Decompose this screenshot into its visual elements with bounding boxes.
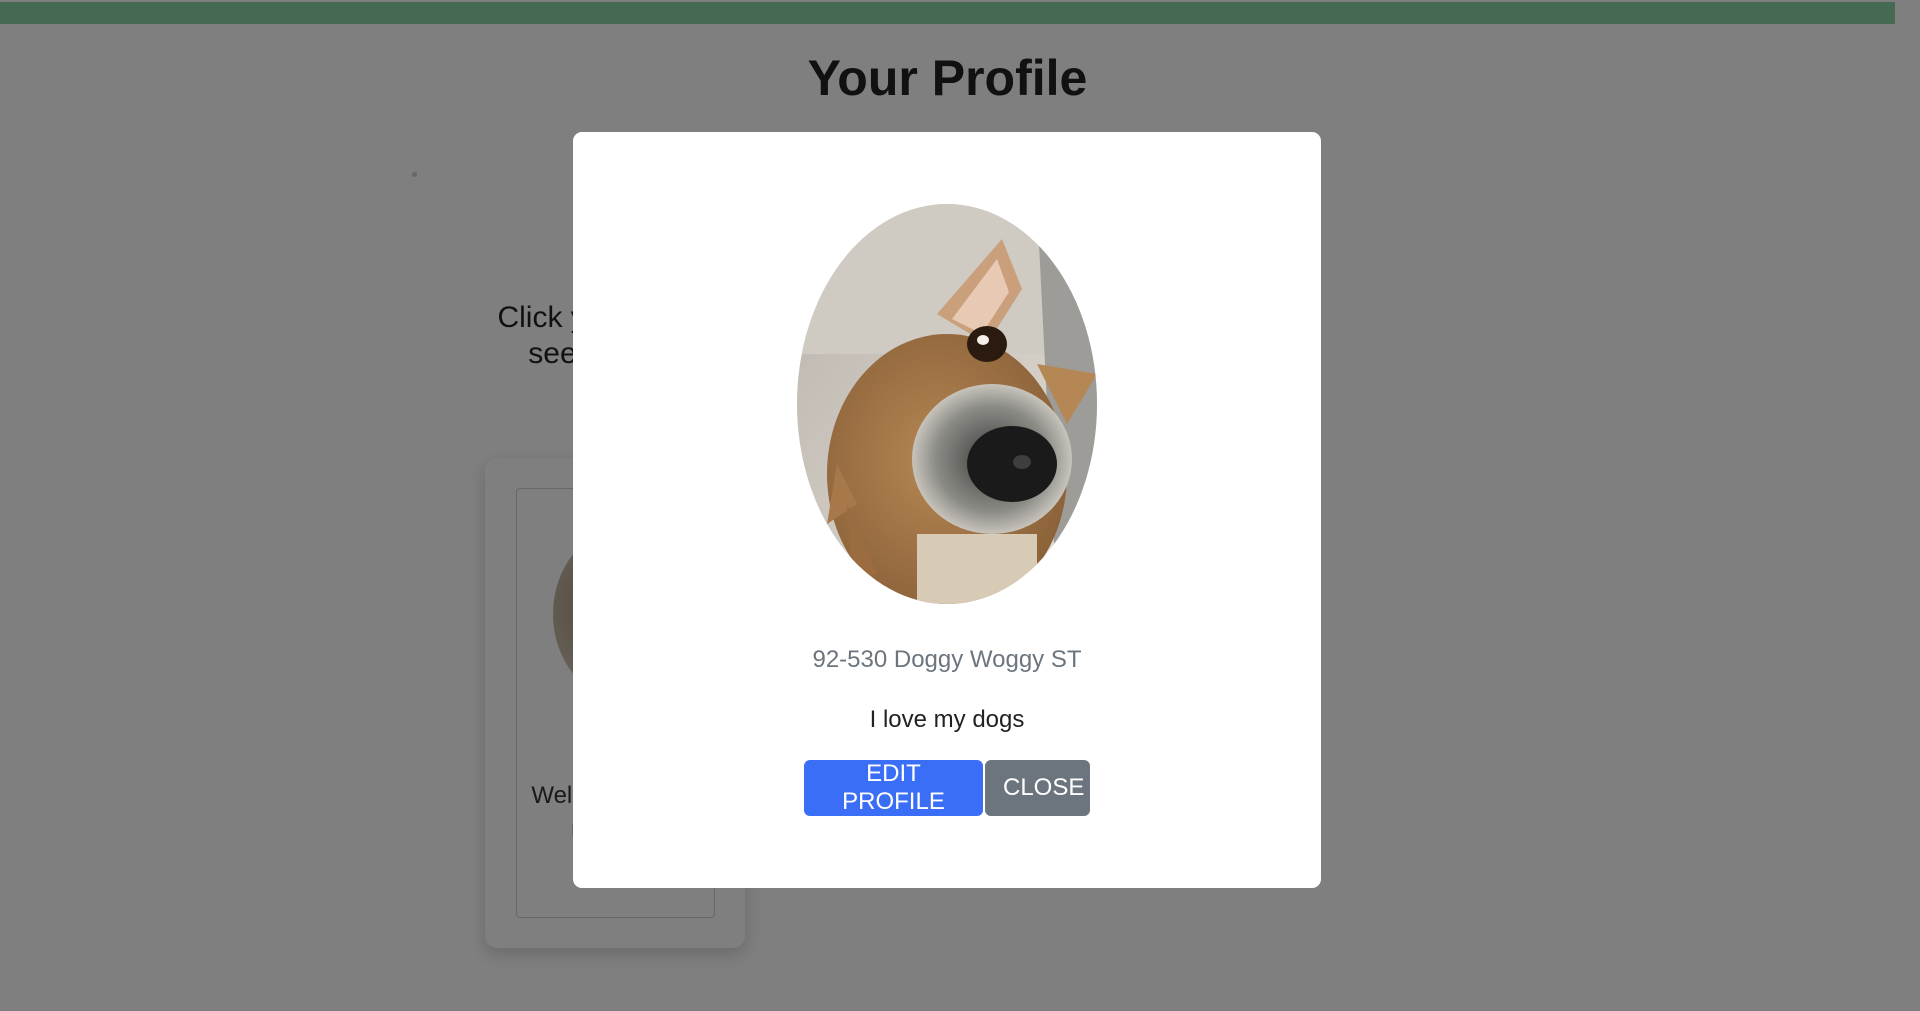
profile-modal: 92-530 Doggy Woggy ST I love my dogs EDI… — [573, 132, 1321, 888]
dog-photo-icon — [797, 204, 1097, 604]
profile-address: 92-530 Doggy Woggy ST — [812, 646, 1082, 673]
profile-page: Your Profile Click your profile to see t… — [0, 0, 1920, 1011]
close-button[interactable]: CLOSE — [985, 760, 1090, 816]
modal-actions: EDIT PROFILE CLOSE — [573, 760, 1321, 816]
profile-bio: I love my dogs — [869, 706, 1025, 733]
edit-profile-button[interactable]: EDIT PROFILE — [804, 760, 983, 816]
